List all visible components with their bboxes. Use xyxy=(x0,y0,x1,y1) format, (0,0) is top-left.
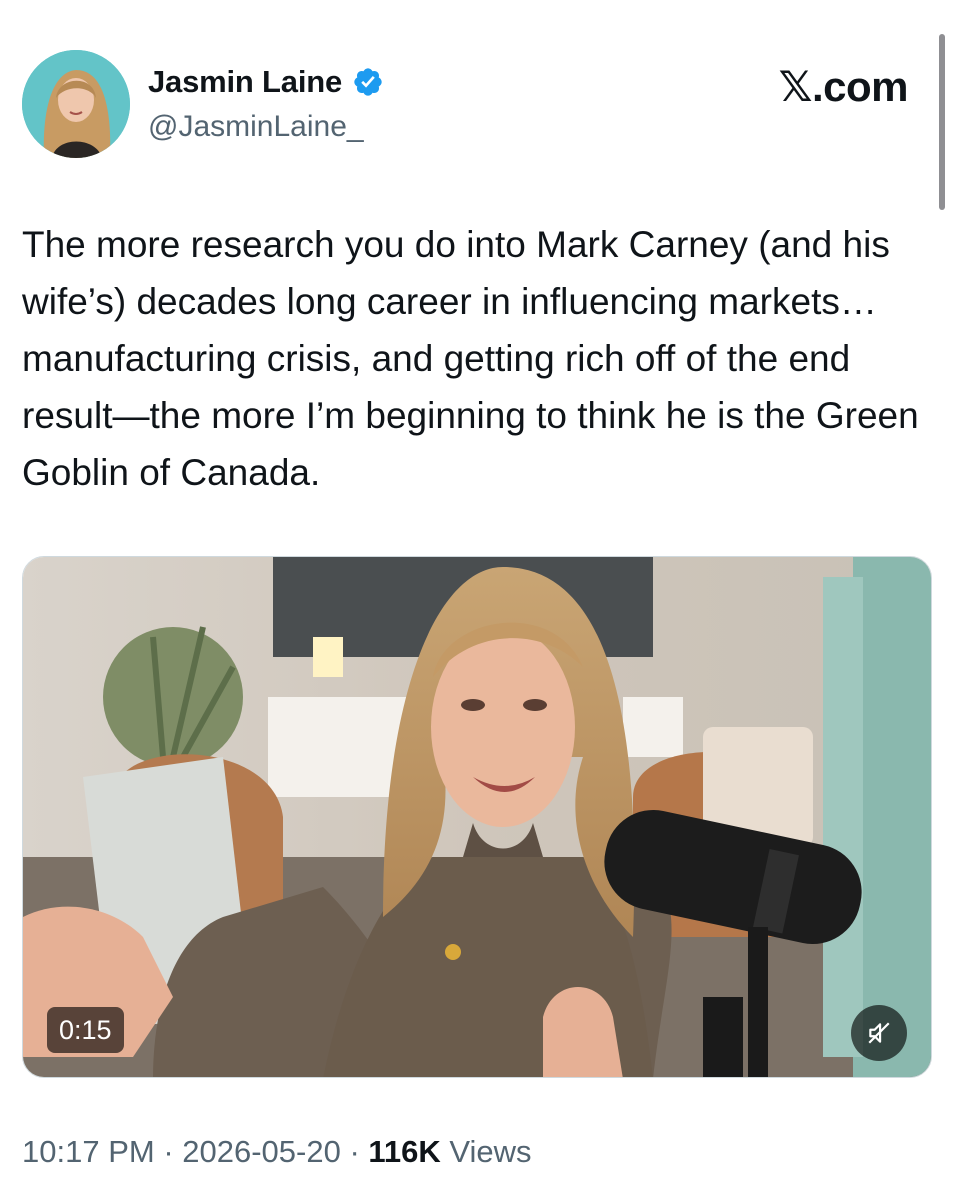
video-player[interactable]: 0:15 xyxy=(22,556,932,1078)
verified-badge-icon xyxy=(354,68,382,96)
views-label: Views xyxy=(440,1134,532,1169)
meta-separator: · xyxy=(154,1134,183,1169)
tweet-meta: 10:17 PM · 2026-05-20 · 116K Views xyxy=(22,1134,532,1170)
mute-button[interactable] xyxy=(851,1005,907,1061)
author-display-name[interactable]: Jasmin Laine xyxy=(148,64,342,100)
author-names: Jasmin Laine @JasminLaine_ xyxy=(148,64,384,144)
profile-photo-icon xyxy=(22,50,130,158)
tweet-date[interactable]: 2026-05-20 xyxy=(182,1134,341,1169)
video-thumbnail xyxy=(23,557,931,1077)
tweet-text: The more research you do into Mark Carne… xyxy=(22,224,919,493)
views-count[interactable]: 116K xyxy=(368,1134,440,1169)
muted-speaker-icon xyxy=(868,1022,890,1044)
tweet-header: Jasmin Laine @JasminLaine_ 𝕏.com xyxy=(22,50,922,160)
meta-separator-2: · xyxy=(340,1134,369,1169)
author-avatar[interactable] xyxy=(22,50,130,158)
display-name-row: Jasmin Laine xyxy=(148,64,384,100)
author-handle[interactable]: @JasminLaine_ xyxy=(148,110,384,144)
tweet-time[interactable]: 10:17 PM xyxy=(22,1134,155,1169)
scrollbar[interactable] xyxy=(939,34,945,210)
site-logo: 𝕏.com xyxy=(778,63,909,110)
video-duration-badge: 0:15 xyxy=(47,1007,124,1053)
